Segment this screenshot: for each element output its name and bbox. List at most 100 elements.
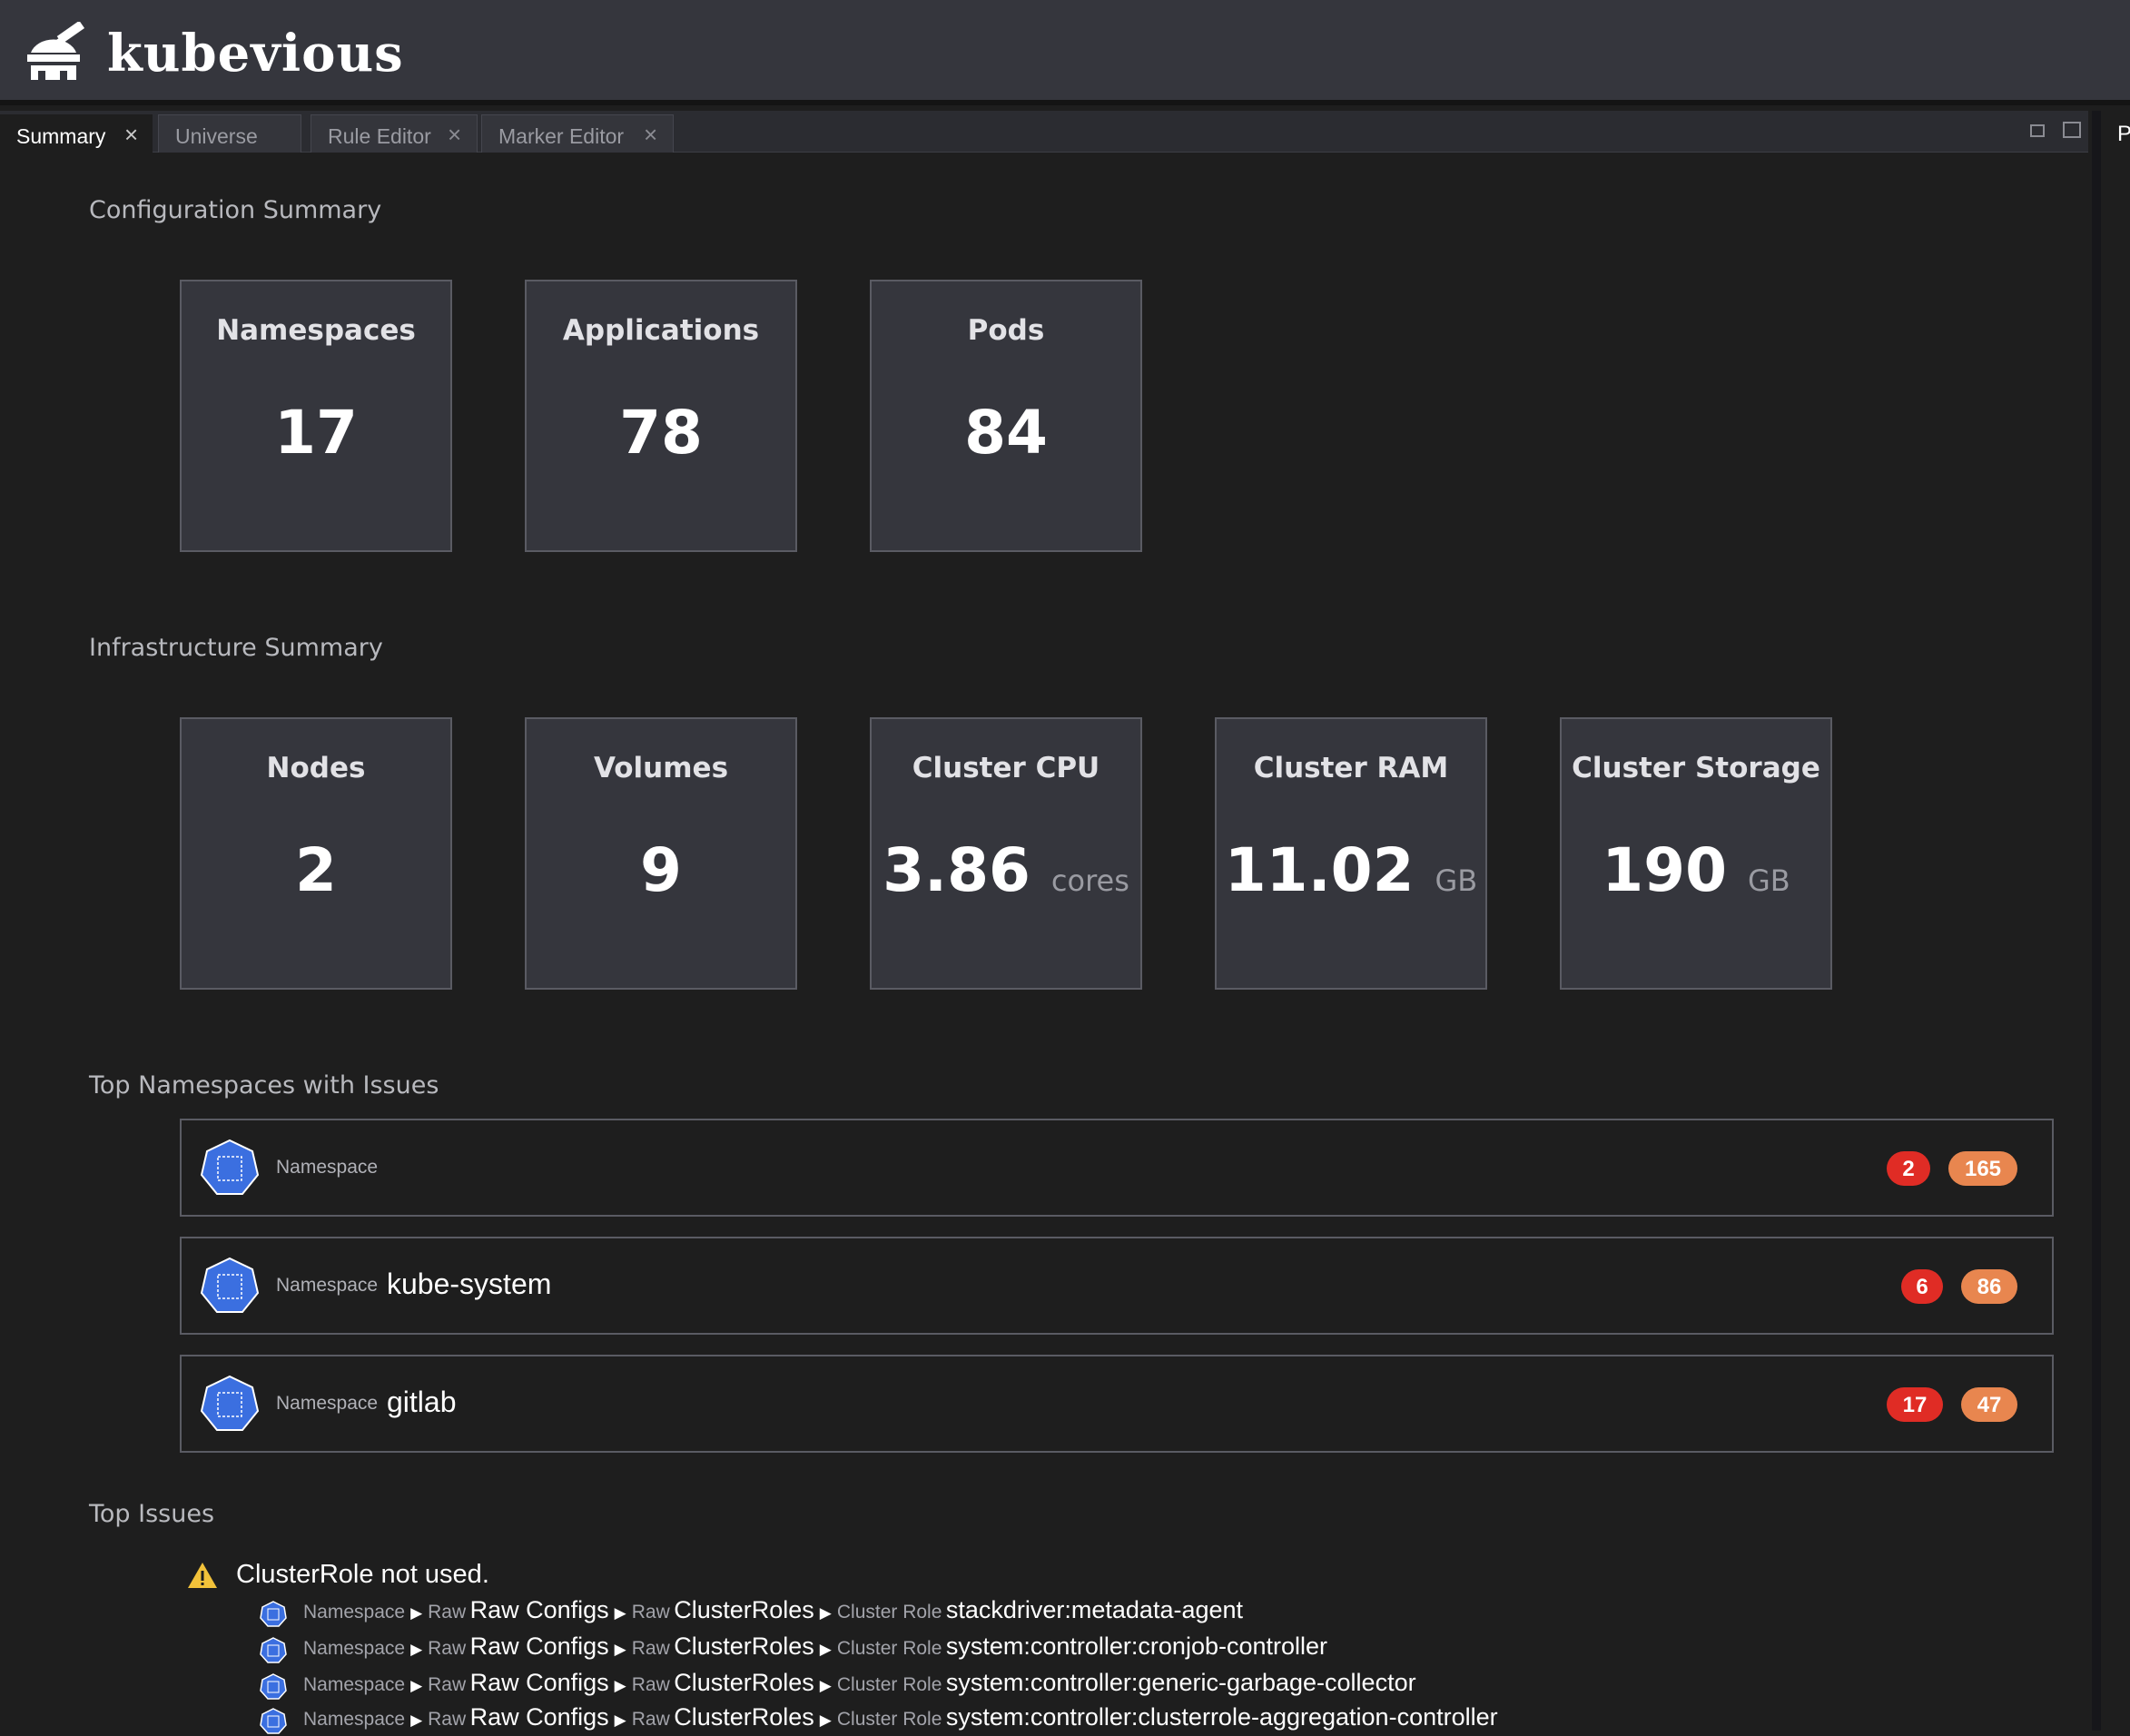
path-name: Raw Configs (469, 1703, 609, 1731)
tab-label: Marker Editor (498, 124, 625, 148)
arrow-right-icon: ▶ (819, 1677, 832, 1694)
arrow-right-icon: ▶ (410, 1604, 423, 1622)
path-name: ClusterRoles (674, 1703, 814, 1731)
card-value: 84 (964, 398, 1048, 468)
tab-bar: Summary × Universe Rule Editor × Marker … (0, 111, 2088, 153)
path-name: Raw Configs (469, 1596, 609, 1623)
namespace-icon (260, 1636, 287, 1663)
card-value: 9 (640, 835, 682, 905)
path-name: Raw Configs (469, 1669, 609, 1696)
right-panel-tab-label[interactable]: P (2117, 122, 2130, 147)
path-kind: Namespace (303, 1674, 406, 1695)
panel-splitter[interactable] (2092, 111, 2101, 1731)
card-unit: cores (1050, 863, 1129, 898)
arrow-right-icon: ▶ (614, 1677, 626, 1694)
configuration-summary-title: Configuration Summary (89, 196, 382, 224)
card-title: Cluster RAM (1253, 752, 1449, 784)
volumes-card[interactable]: Volumes 9 (525, 717, 797, 990)
card-value: 190 GB (1602, 835, 1790, 905)
top-issues-title: Top Issues (89, 1500, 215, 1528)
card-title: Nodes (266, 752, 366, 784)
namespace-icon (200, 1375, 260, 1431)
namespace-kind-label: Namespace (276, 1157, 379, 1178)
nodes-card[interactable]: Nodes 2 (180, 717, 452, 990)
path-name: system:controller:clusterrole-aggregatio… (945, 1703, 1498, 1731)
card-title: Pods (967, 314, 1045, 347)
path-name: system:controller:cronjob-controller (945, 1632, 1328, 1660)
issue-path[interactable]: Namespace ▶ Raw Raw Configs ▶ Raw ClusterRol… (260, 1669, 1416, 1701)
cluster-cpu-card[interactable]: Cluster CPU 3.86 cores (870, 717, 1142, 990)
namespaces-card[interactable]: Namespaces 17 (180, 280, 452, 552)
top-namespaces-title: Top Namespaces with Issues (89, 1071, 439, 1100)
cluster-storage-card[interactable]: Cluster Storage 190 GB (1560, 717, 1832, 990)
path-kind: Raw (631, 1674, 670, 1695)
card-value: 3.86 cores (883, 835, 1129, 905)
warning-count-badge: 86 (1961, 1269, 2017, 1304)
tab-universe[interactable]: Universe (158, 114, 301, 153)
warning-icon (188, 1563, 217, 1588)
arrow-right-icon: ▶ (819, 1604, 832, 1622)
path-kind: Raw (428, 1674, 467, 1695)
path-kind: Cluster Role (836, 1709, 942, 1730)
path-kind: Raw (631, 1638, 670, 1659)
tab-rule-editor[interactable]: Rule Editor × (311, 114, 478, 153)
tab-marker-editor[interactable]: Marker Editor × (481, 114, 674, 153)
card-value: 17 (274, 398, 358, 468)
arrow-right-icon: ▶ (410, 1711, 423, 1729)
card-title: Applications (562, 314, 760, 347)
namespace-row[interactable]: Namespace kube-system 6 86 (180, 1237, 2054, 1335)
app-name: kubevious (107, 24, 404, 84)
applications-card[interactable]: Applications 78 (525, 280, 797, 552)
namespace-kind-label: Namespace (276, 1393, 379, 1414)
error-count-badge: 17 (1887, 1387, 1943, 1422)
tab-label: Summary (16, 124, 106, 148)
path-kind: Raw (428, 1602, 467, 1623)
logo-icon (27, 22, 85, 80)
error-count-badge: 6 (1901, 1269, 1943, 1304)
path-name: Raw Configs (469, 1632, 609, 1660)
issue-path[interactable]: Namespace ▶ Raw Raw Configs ▶ Raw ClusterRol… (260, 1703, 1498, 1736)
arrow-right-icon: ▶ (819, 1711, 832, 1729)
path-kind: Raw (428, 1638, 467, 1659)
warning-count-badge: 47 (1961, 1387, 2017, 1422)
card-value: 11.02 GB (1224, 835, 1478, 905)
path-name: ClusterRoles (674, 1669, 814, 1696)
arrow-right-icon: ▶ (614, 1604, 626, 1622)
right-panel (2101, 111, 2130, 1731)
card-title: Volumes (593, 752, 729, 784)
cluster-ram-card[interactable]: Cluster RAM 11.02 GB (1215, 717, 1487, 990)
tab-label: Rule Editor (328, 124, 431, 148)
pods-card[interactable]: Pods 84 (870, 280, 1142, 552)
card-title: Cluster Storage (1572, 752, 1820, 784)
card-unit: GB (1435, 863, 1478, 898)
close-icon[interactable]: × (124, 121, 138, 149)
maximize-window-icon[interactable] (2063, 122, 2081, 138)
tab-label: Universe (175, 124, 258, 148)
arrow-right-icon: ▶ (410, 1641, 423, 1658)
arrow-right-icon: ▶ (819, 1641, 832, 1658)
issue-path[interactable]: Namespace ▶ Raw Raw Configs ▶ Raw ClusterRol… (260, 1632, 1327, 1665)
card-value: 78 (619, 398, 703, 468)
arrow-right-icon: ▶ (614, 1641, 626, 1658)
close-icon[interactable]: × (448, 121, 461, 149)
close-icon[interactable]: × (644, 121, 657, 149)
path-kind: Namespace (303, 1602, 406, 1623)
restore-window-icon[interactable] (2030, 124, 2045, 137)
path-name: system:controller:generic-garbage-collec… (945, 1669, 1416, 1696)
namespace-name: kube-system (387, 1267, 552, 1300)
namespace-icon (260, 1707, 287, 1734)
namespace-row[interactable]: Namespace 2 165 (180, 1119, 2054, 1217)
warning-count-badge: 165 (1948, 1151, 2017, 1186)
path-name: stackdriver:metadata-agent (945, 1596, 1244, 1623)
path-kind: Raw (428, 1709, 467, 1730)
path-kind: Cluster Role (836, 1674, 942, 1695)
namespace-icon (260, 1672, 287, 1700)
namespace-icon (200, 1257, 260, 1313)
namespace-row[interactable]: Namespace gitlab 17 47 (180, 1355, 2054, 1453)
tab-summary[interactable]: Summary × (0, 114, 153, 153)
card-title: Namespaces (216, 314, 416, 347)
path-kind: Raw (631, 1602, 670, 1623)
issue-path[interactable]: Namespace ▶ Raw Raw Configs ▶ Raw ClusterRol… (260, 1596, 1243, 1629)
issue-message[interactable]: ClusterRole not used. (236, 1560, 489, 1590)
namespace-icon (200, 1139, 260, 1195)
